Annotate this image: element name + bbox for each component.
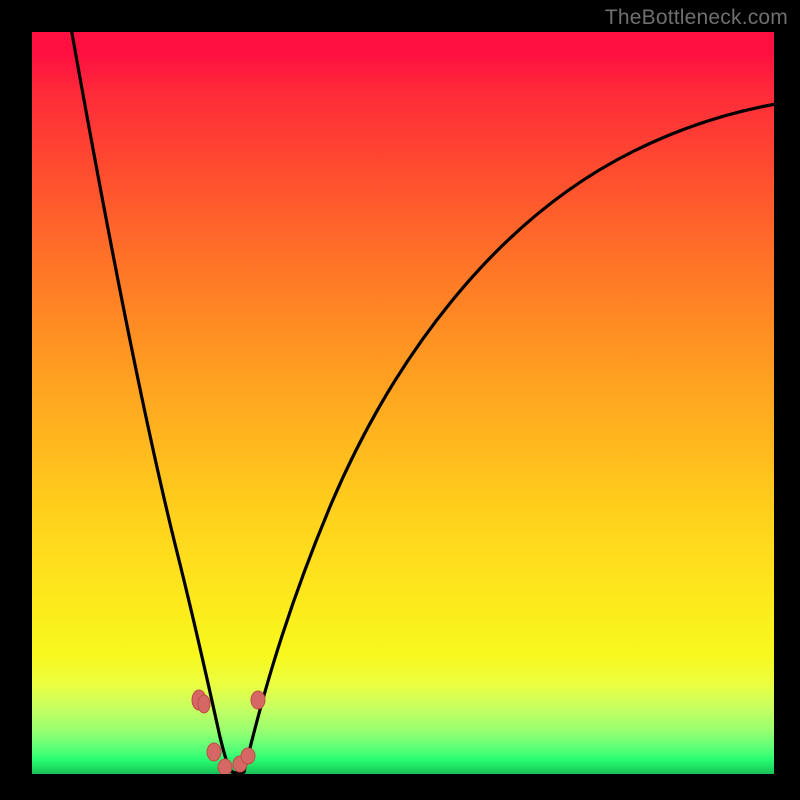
marker-dot [207, 743, 221, 761]
curve-left-branch [70, 32, 232, 772]
marker-dot [218, 759, 232, 774]
bottleneck-curve [32, 32, 774, 774]
chart-frame: TheBottleneck.com [0, 0, 800, 800]
plot-area [32, 32, 774, 774]
marker-dot [251, 691, 265, 709]
watermark-text: TheBottleneck.com [605, 6, 788, 30]
curve-right-branch [244, 104, 774, 772]
marker-dot [198, 695, 210, 713]
marker-dot [241, 748, 255, 764]
